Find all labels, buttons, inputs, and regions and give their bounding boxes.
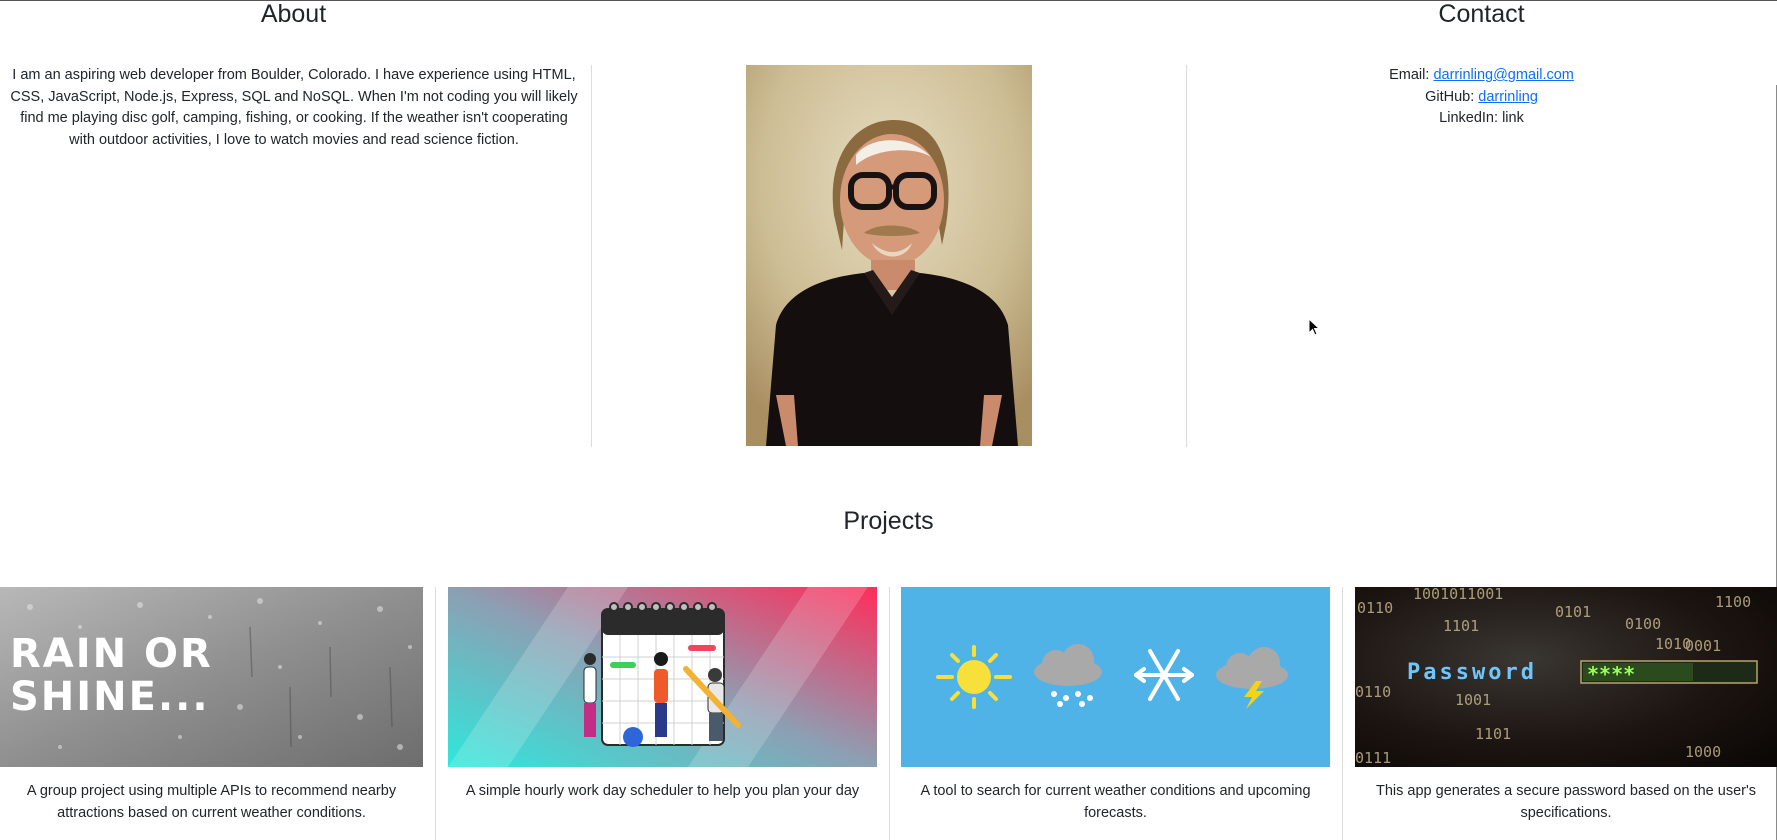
project-description: A simple hourly work day scheduler to he… bbox=[465, 783, 860, 799]
project-description: A group project using multiple APIs to r… bbox=[26, 783, 397, 821]
binary-text: 1001 bbox=[1455, 691, 1491, 709]
email-row: Email: darrinling@gmail.com bbox=[1186, 65, 1777, 87]
password-image-label: Password bbox=[1407, 660, 1537, 685]
password-binary-image[interactable]: 1001011001 0110 0101 0100 1101 1010 0001 1100 01… bbox=[1355, 587, 1777, 767]
password-image-mask: **** bbox=[1587, 662, 1635, 686]
linkedin-label: LinkedIn: bbox=[1439, 110, 1499, 126]
linkedin-link[interactable]: link bbox=[1502, 110, 1524, 126]
project-card-password[interactable]: 1001011001 0110 0101 0100 1101 1010 0001 1100 01… bbox=[1355, 587, 1777, 840]
contact-list: Email: darrinling@gmail.com GitHub: darr… bbox=[1186, 65, 1777, 130]
binary-text: 0100 bbox=[1625, 615, 1661, 633]
binary-text: 0110 bbox=[1355, 683, 1391, 701]
linkedin-row: LinkedIn: link bbox=[1186, 108, 1777, 130]
weather-icons-image[interactable] bbox=[901, 587, 1330, 767]
divider bbox=[435, 587, 436, 840]
project-card-scheduler[interactable]: A simple hourly work day scheduler to he… bbox=[448, 587, 877, 840]
about-title: About bbox=[260, 0, 327, 28]
contact-title: Contact bbox=[1438, 0, 1525, 28]
binary-text: 0101 bbox=[1555, 603, 1591, 621]
binary-text: 0110 bbox=[1357, 599, 1393, 617]
about-text: I am an aspiring web developer from Boul… bbox=[10, 67, 578, 148]
binary-text: 1000 bbox=[1685, 743, 1721, 761]
binary-text: 1101 bbox=[1475, 725, 1511, 743]
divider bbox=[1342, 587, 1343, 840]
project-card-weather[interactable]: A tool to search for current weather con… bbox=[901, 587, 1330, 840]
rain-image-line1: RAIN OR bbox=[10, 631, 213, 677]
divider bbox=[889, 587, 890, 840]
projects-title: Projects bbox=[843, 507, 934, 535]
github-row: GitHub: darrinling bbox=[1186, 87, 1777, 109]
rain-image-line2: SHINE... bbox=[10, 674, 210, 720]
mouse-cursor-icon bbox=[1308, 318, 1320, 336]
email-link[interactable]: darrinling@gmail.com bbox=[1433, 67, 1573, 83]
github-link[interactable]: darrinling bbox=[1478, 89, 1538, 105]
profile-photo bbox=[746, 65, 1032, 446]
divider bbox=[591, 65, 592, 447]
github-label: GitHub: bbox=[1425, 88, 1475, 105]
binary-text: 1100 bbox=[1715, 593, 1751, 611]
binary-text: 0001 bbox=[1685, 637, 1721, 655]
binary-text: 1001011001 bbox=[1413, 587, 1503, 603]
project-description: This app generates a secure password bas… bbox=[1376, 783, 1756, 821]
binary-text: 0111 bbox=[1355, 749, 1391, 767]
project-description: A tool to search for current weather con… bbox=[920, 783, 1311, 821]
rain-window-image[interactable]: RAIN OR SHINE... bbox=[0, 587, 423, 767]
binary-text: 1101 bbox=[1443, 617, 1479, 635]
scheduler-illustration[interactable] bbox=[448, 587, 877, 767]
email-label: Email: bbox=[1389, 67, 1430, 83]
project-card-rain-or-shine[interactable]: RAIN OR SHINE... A group project using m… bbox=[0, 587, 423, 840]
